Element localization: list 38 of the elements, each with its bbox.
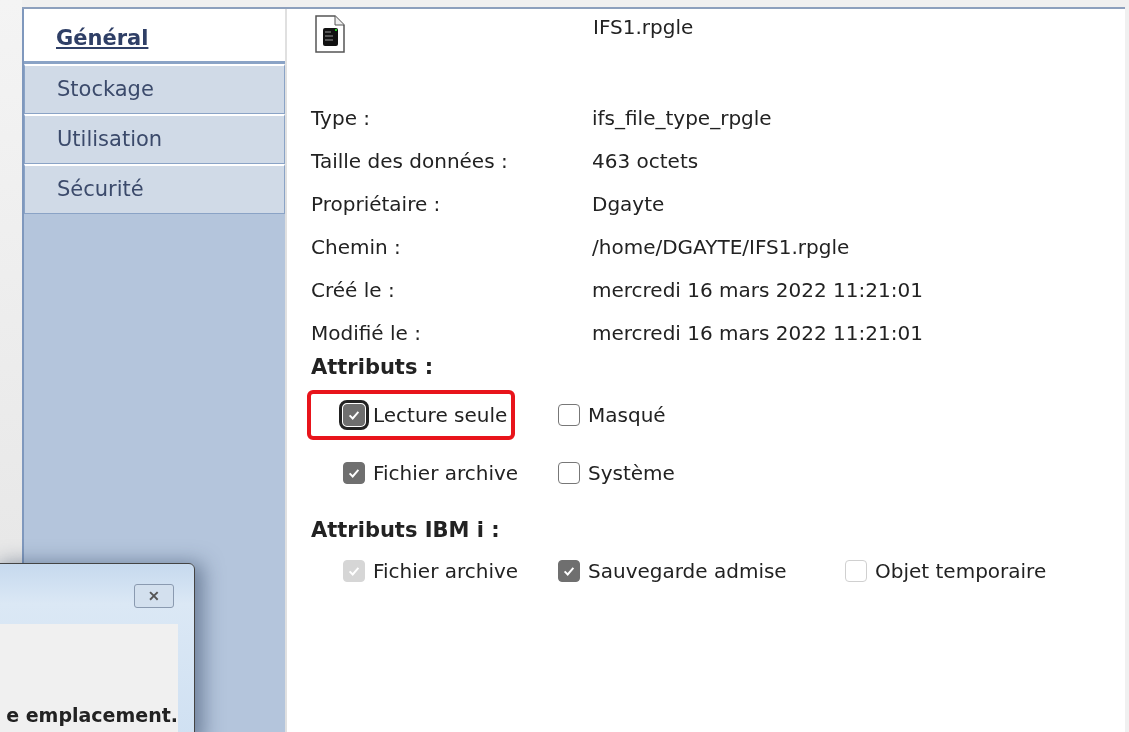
property-value: /home/DGAYTE/IFS1.rpgle: [592, 234, 851, 261]
checkbox-label: Objet temporaire: [875, 559, 1047, 583]
file-icon: [315, 15, 345, 53]
checkbox-label: Système: [588, 461, 675, 485]
property-label: Type :: [311, 105, 372, 132]
checkbox[interactable]: [558, 404, 580, 426]
checkbox-label: Fichier archive: [373, 461, 519, 485]
checkbox[interactable]: [343, 404, 365, 426]
checkbox[interactable]: [558, 462, 580, 484]
dialog-message: e emplacement.: [6, 704, 178, 726]
property-label: Propriétaire :: [311, 191, 442, 218]
property-value: ifs_file_type_rpgle: [592, 105, 773, 132]
check-icon: [347, 408, 361, 422]
check-icon: [347, 466, 361, 480]
property-label: Chemin :: [311, 234, 402, 261]
property-value: Dgayte: [592, 191, 666, 218]
check-icon: [562, 564, 576, 578]
section-title: Attributs IBM i :: [311, 518, 501, 542]
checkbox-label: Masqué: [588, 403, 666, 427]
property-label: Taille des données :: [311, 148, 509, 175]
file-name: IFS1.rpgle: [593, 15, 694, 39]
close-button[interactable]: ✕: [134, 584, 174, 608]
tab[interactable]: Stockage: [24, 64, 285, 114]
property-label: Créé le :: [311, 277, 396, 304]
tab[interactable]: Général: [24, 9, 285, 64]
property-value: mercredi 16 mars 2022 11:21:01: [592, 320, 924, 347]
section-title: Attributs :: [311, 355, 435, 379]
check-icon: [347, 564, 361, 578]
checkbox[interactable]: [558, 560, 580, 582]
checkbox-label: Lecture seule: [373, 403, 508, 427]
checkbox-label: Fichier archive: [373, 559, 519, 583]
checkbox-label: Sauvegarde admise: [588, 559, 787, 583]
tab[interactable]: Sécurité: [24, 164, 285, 214]
tab[interactable]: Utilisation: [24, 114, 285, 164]
property-label: Modifié le :: [311, 320, 422, 347]
property-value: 463 octets: [592, 148, 700, 175]
property-value: mercredi 16 mars 2022 11:21:01: [592, 277, 924, 304]
checkbox[interactable]: [343, 462, 365, 484]
